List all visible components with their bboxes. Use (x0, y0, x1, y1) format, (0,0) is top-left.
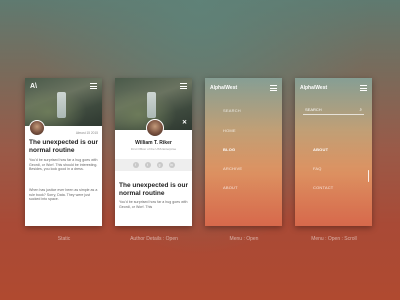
scrollbar[interactable] (367, 170, 369, 182)
post-paragraph-1: You'd be surprised how far a hug goes wi… (29, 158, 98, 172)
nav-item-contact[interactable]: CONTACT (313, 185, 333, 190)
menu-background (295, 78, 372, 226)
twitter-icon[interactable]: t (144, 162, 151, 168)
search-placeholder: SEARCH (305, 107, 322, 112)
post-date: Almost 15 2015 (75, 131, 98, 135)
nav-item-faq[interactable]: FAQ (313, 166, 322, 171)
menu-background (205, 78, 282, 226)
author-details-screen: ✕ William T. Riker First Officer of the … (115, 78, 192, 226)
nav-item-archive[interactable]: ARCHIVE (223, 166, 242, 171)
post-paragraph-1: You'd be surprised how far a hug goes wi… (119, 200, 188, 209)
hamburger-menu-icon[interactable] (180, 83, 187, 89)
nav-item-search[interactable]: SEARCH (223, 108, 241, 113)
author-name: William T. Riker (135, 140, 172, 146)
nav-item-blog[interactable]: BLOG (223, 147, 235, 152)
menu-open-screen: Alpha\West SEARCH HOME BLOG ARCHIVE ABOU… (205, 78, 282, 226)
caption-menu-open: Menu : Open (229, 236, 259, 242)
hamburger-menu-icon[interactable] (270, 85, 277, 91)
social-links: f t g in (115, 159, 192, 171)
close-icon[interactable]: ✕ (182, 119, 187, 126)
facebook-icon[interactable]: f (132, 162, 139, 168)
post-paragraph-2: When has justice ever been as simple as … (29, 188, 98, 202)
post-title: The unexpected is our normal routine (29, 139, 98, 154)
nav-item-home[interactable]: HOME (223, 128, 236, 133)
hamburger-menu-icon[interactable] (90, 83, 97, 89)
caption-static: Static (57, 236, 71, 242)
brand-logo[interactable]: A\ (30, 83, 37, 90)
search-input[interactable]: SEARCH ⌕ (303, 105, 364, 115)
caption-author-details: Author Details : Open (130, 236, 178, 242)
nav-item-about[interactable]: ABOUT (313, 147, 328, 152)
author-role: First Officer of the USS Enterprise (130, 147, 177, 151)
google-plus-icon[interactable]: g (156, 162, 163, 168)
caption-menu-open-scroll: Menu : Open : Scroll (311, 236, 357, 242)
author-avatar[interactable] (29, 120, 45, 136)
nav-item-about[interactable]: ABOUT (223, 185, 238, 190)
post-title: The unexpected is our normal routine (119, 182, 188, 197)
static-screen: A\ Almost 15 2015 The unexpected is our … (25, 78, 102, 226)
linkedin-icon[interactable]: in (168, 162, 175, 168)
search-icon[interactable]: ⌕ (359, 105, 362, 114)
hamburger-menu-icon[interactable] (360, 85, 367, 91)
brand-name[interactable]: Alpha\West (300, 85, 327, 91)
author-avatar (146, 119, 164, 137)
menu-open-scroll-screen: Alpha\West SEARCH ⌕ ABOUT FAQ CONTACT (295, 78, 372, 226)
brand-name[interactable]: Alpha\West (210, 85, 237, 91)
